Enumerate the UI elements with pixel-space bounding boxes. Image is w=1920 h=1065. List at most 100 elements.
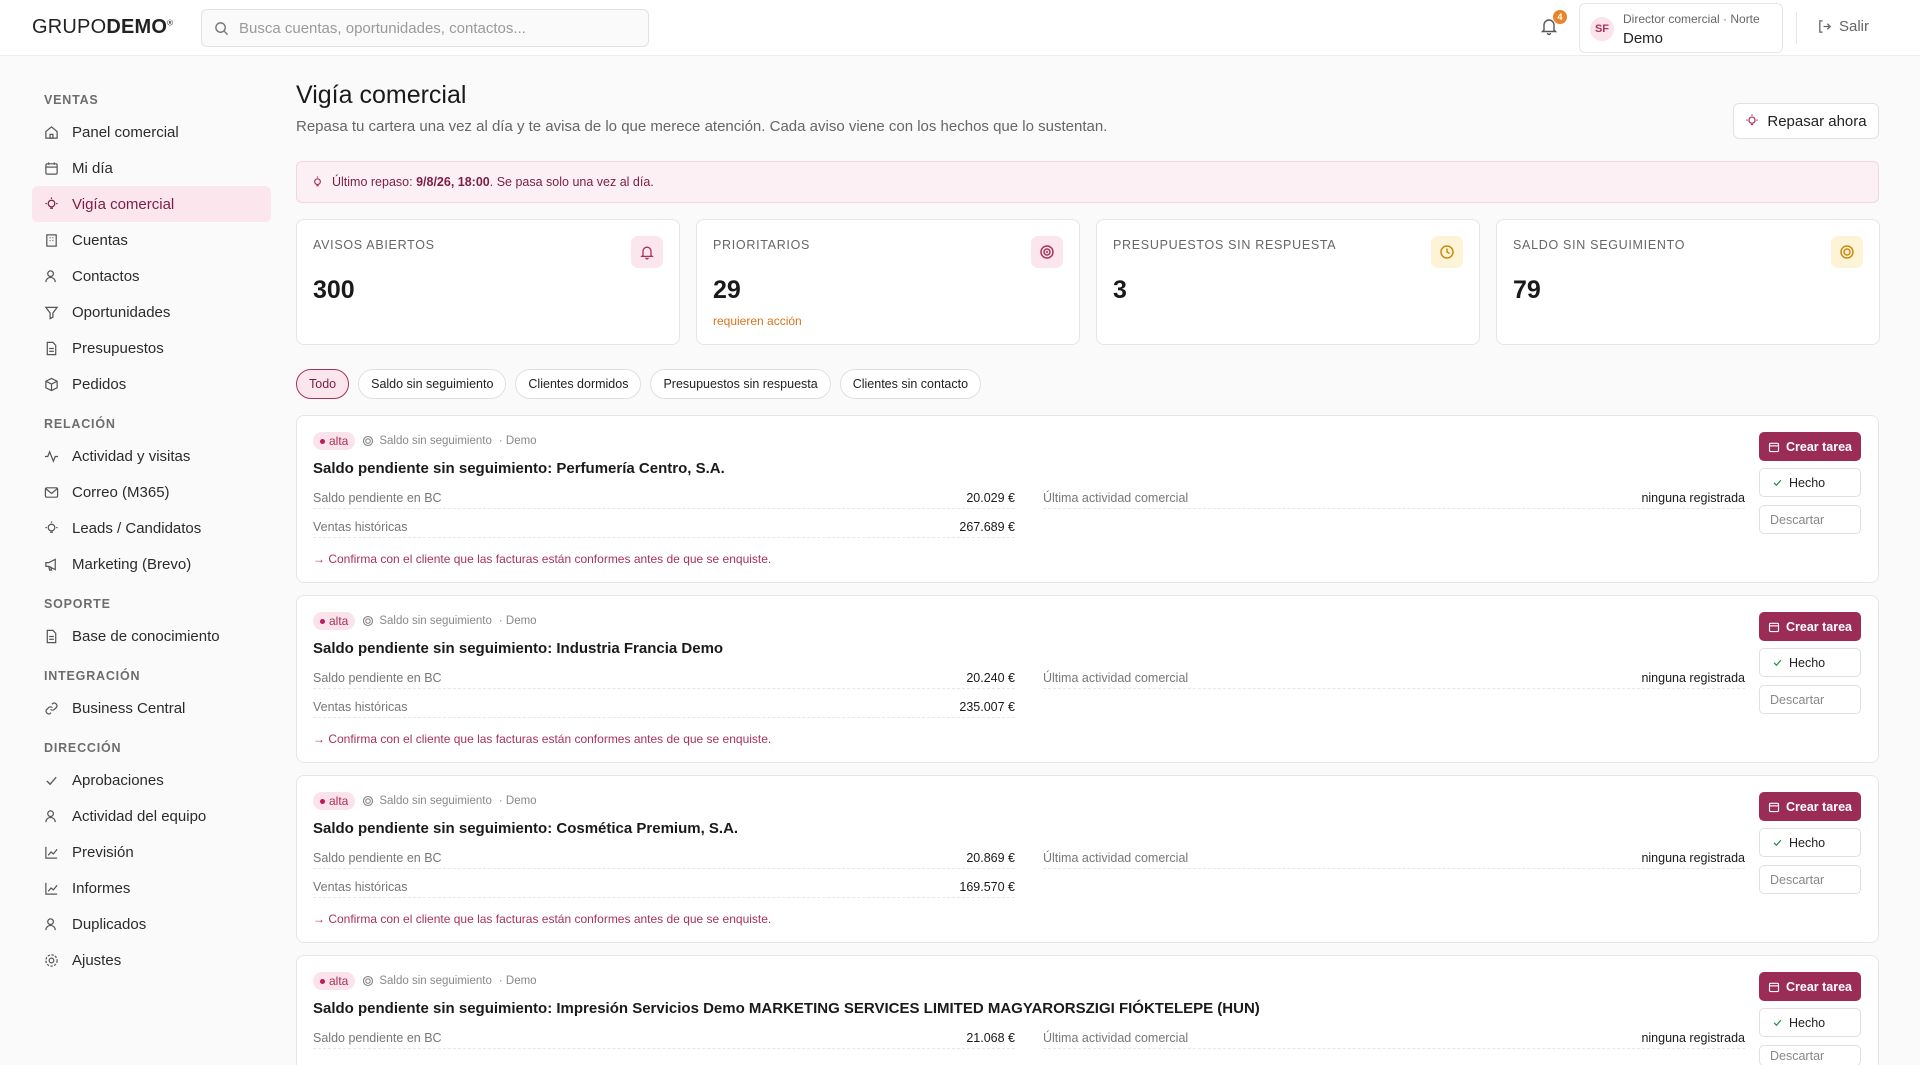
kpi-label: AVISOS ABIERTOS [313,238,435,252]
kpi-note: requieren acción [713,314,802,328]
discard-button[interactable]: Descartar [1759,505,1861,534]
sidebar-item-prevision[interactable]: Previsión [32,834,271,870]
alert-title: Saldo pendiente sin seguimiento: Industr… [313,640,724,657]
alert-card: alta Saldo sin seguimiento · Demo Saldo … [296,775,1879,943]
page-title: Vigía comercial [296,81,467,109]
sidebar-item-contactos[interactable]: Contactos [32,258,271,294]
sidebar-item-base-conocimiento[interactable]: Base de conocimiento [32,618,271,654]
filter-chip-todo[interactable]: Todo [296,369,350,399]
sidebar-item-mi-dia[interactable]: Mi día [32,150,271,186]
bell-icon [631,236,663,268]
sidebar-item-label: Duplicados [72,915,147,933]
done-button[interactable]: Hecho [1759,1008,1861,1037]
logout-icon [1819,20,1832,33]
filter-chip-presupuestos[interactable]: Presupuestos sin respuesta [650,369,831,399]
search-box[interactable] [201,9,649,47]
contacts-icon [45,809,56,822]
sidebar-item-oportunidades[interactable]: Oportunidades [32,294,271,330]
sidebar-item-aprobaciones[interactable]: Aprobaciones [32,762,271,798]
sidebar-item-label: Ajustes [72,951,122,969]
kpi-label: PRIORITARIOS [713,238,811,252]
alert-type: Saldo sin seguimiento [362,975,492,987]
check-icon [1773,479,1782,487]
search-input[interactable] [239,19,619,37]
fact-row: Saldo pendiente en BC 21.068 € [313,1027,1015,1049]
discard-button[interactable]: Descartar [1759,685,1861,714]
priority-badge: alta [313,612,356,630]
check-icon [1773,1019,1782,1027]
alert-type: Saldo sin seguimiento [362,795,492,807]
alert-hint: → Confirma con el cliente que las factur… [313,732,772,746]
sidebar-item-label: Actividad y visitas [72,447,191,465]
sidebar-section-title: DIRECCIÓN [44,741,122,755]
coin-icon [363,435,374,447]
coin-icon [363,795,374,807]
sidebar-item-ajustes[interactable]: Ajustes [32,942,271,978]
sidebar-item-correo[interactable]: Correo (M365) [32,474,271,510]
create-task-button[interactable]: Crear tarea [1759,432,1861,461]
done-button[interactable]: Hecho [1759,828,1861,857]
search-icon [215,21,229,35]
discard-button[interactable]: Descartar [1759,1045,1861,1065]
sidebar-item-actividad[interactable]: Actividad y visitas [32,438,271,474]
sidebar-item-duplicados[interactable]: Duplicados [32,906,271,942]
sidebar-item-label: Pedidos [72,375,127,393]
fact-row: Última actividad comercial ninguna regist… [1043,1027,1745,1049]
create-task-button[interactable]: Crear tarea [1759,612,1861,641]
sidebar-item-pedidos[interactable]: Pedidos [32,366,271,402]
sidebar-item-informes[interactable]: Informes [32,870,271,906]
calendar-icon [45,161,58,175]
user-role: Director comercial · Norte [1623,12,1760,26]
review-now-label: Repasar ahora [1767,112,1867,130]
kpi-card-balance-no-followup: SALDO SIN SEGUIMIENTO 79 [1496,219,1880,345]
sidebar-item-leads[interactable]: Leads / Candidatos [32,510,271,546]
filter-chip-saldo[interactable]: Saldo sin seguimiento [358,369,507,399]
contacts-icon [45,269,56,282]
building-icon [46,233,57,247]
sidebar-item-vigia-comercial[interactable]: Vigía comercial [32,186,271,222]
sidebar-item-actividad-equipo[interactable]: Actividad del equipo [32,798,271,834]
create-task-button[interactable]: Crear tarea [1759,792,1861,821]
logout-button[interactable]: Salir [1817,18,1869,35]
filter-chip-sin-contacto[interactable]: Clientes sin contacto [839,369,982,399]
sidebar-item-business-central[interactable]: Business Central [32,690,271,726]
alert-card: alta Saldo sin seguimiento · Demo Saldo … [296,955,1879,1065]
kpi-label: PRESUPUESTOS SIN RESPUESTA [1113,238,1337,252]
priority-badge: alta [313,792,356,810]
notifications-button[interactable]: 4 [1539,10,1567,40]
sidebar-item-panel-comercial[interactable]: Panel comercial [32,114,271,150]
sidebar-item-label: Base de conocimiento [72,627,220,645]
alert-meta: alta Saldo sin seguimiento · Demo [313,612,537,630]
sidebar-item-label: Vigía comercial [72,195,175,213]
coin-icon [1831,236,1863,268]
alert-title: Saldo pendiente sin seguimiento: Cosméti… [313,820,739,837]
filter-chip-dormidos[interactable]: Clientes dormidos [515,369,642,399]
done-button[interactable]: Hecho [1759,468,1861,497]
fact-row: Última actividad comercial ninguna regist… [1043,847,1745,869]
user-menu[interactable]: SF Director comercial · Norte Demo [1579,3,1783,53]
kpi-value: 300 [313,276,355,304]
sidebar-item-presupuestos[interactable]: Presupuestos [32,330,271,366]
sidebar-item-label: Business Central [72,699,186,717]
logo[interactable]: GRUPODEMO® [32,16,173,39]
fact-row: Saldo pendiente en BC 20.240 € [313,667,1015,689]
chart-icon [45,846,58,859]
lightbulb-icon [314,175,321,186]
done-button[interactable]: Hecho [1759,648,1861,677]
alert-source: · Demo [498,795,537,807]
sidebar-item-marketing[interactable]: Marketing (Brevo) [32,546,271,582]
alert-meta: alta Saldo sin seguimiento · Demo [313,792,537,810]
alert-meta: alta Saldo sin seguimiento · Demo [313,972,537,990]
alert-type: Saldo sin seguimiento [362,435,492,447]
alert-source: · Demo [498,615,537,627]
document-icon [46,341,57,355]
create-task-button[interactable]: Crear tarea [1759,972,1861,1001]
lightbulb-icon [1746,114,1759,126]
sidebar-item-cuentas[interactable]: Cuentas [32,222,271,258]
calendar-icon [1768,622,1780,632]
review-now-button[interactable]: Repasar ahora [1733,103,1879,139]
discard-button[interactable]: Descartar [1759,865,1861,894]
sidebar-item-label: Presupuestos [72,339,164,357]
box-icon [45,377,58,391]
calendar-icon [1768,442,1780,452]
